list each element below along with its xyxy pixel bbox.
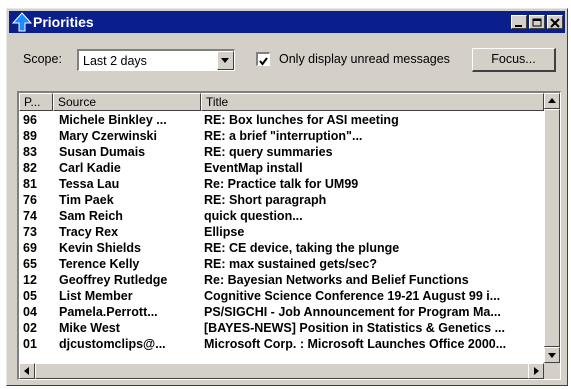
close-icon (550, 18, 560, 28)
list-row[interactable]: 12 Geoffrey Rutledge Re: Bayesian Networks… (19, 272, 544, 288)
row-title: RE: Box lunches for ASI meeting (204, 113, 399, 127)
row-priority: 73 (23, 225, 37, 239)
arrow-right-icon (534, 367, 539, 375)
list-row[interactable]: 74 Sam Reich quick question... (19, 208, 544, 224)
row-title: EventMap install (204, 161, 303, 175)
row-priority: 82 (23, 161, 37, 175)
row-title: [BAYES-NEWS] Position in Statistics & Ge… (204, 321, 505, 335)
row-title: Re: Bayesian Networks and Belief Functio… (204, 273, 469, 287)
title-bar[interactable]: Priorities (9, 11, 565, 33)
scope-label: Scope: (23, 52, 62, 66)
row-priority: 65 (23, 257, 37, 271)
checkmark-icon (259, 57, 268, 66)
row-priority: 83 (23, 145, 37, 159)
row-priority: 81 (23, 177, 37, 191)
row-priority: 04 (23, 305, 37, 319)
message-list[interactable]: P... Source Title 96 Michele Binkley ... R… (17, 91, 561, 380)
close-button[interactable] (547, 15, 563, 29)
list-row[interactable]: 65 Terence Kelly RE: max sustained gets/se… (19, 256, 544, 272)
row-source: Michele Binkley ... (59, 113, 167, 127)
row-source: Sam Reich (59, 209, 123, 223)
list-row[interactable]: 73 Tracy Rex Ellipse (19, 224, 544, 240)
scroll-down-button[interactable] (544, 347, 560, 363)
row-priority: 89 (23, 129, 37, 143)
list-row[interactable]: 76 Tim Paek RE: Short paragraph (19, 192, 544, 208)
row-priority: 96 (23, 113, 37, 127)
only-unread-label[interactable]: Only display unread messages (279, 52, 450, 66)
list-row[interactable]: 04 Pamela.Perrott... PS/SIGCHI - Job Annou… (19, 304, 544, 320)
column-header-priority[interactable]: P... (19, 93, 53, 111)
horizontal-scroll-thumb[interactable] (35, 363, 540, 379)
list-row[interactable]: 01 djcustomclips@... Microsoft Corp. : Mic… (19, 336, 544, 352)
list-row[interactable]: 83 Susan Dumais RE: query summaries (19, 144, 544, 160)
row-source: Pamela.Perrott... (59, 305, 158, 319)
list-row[interactable]: 89 Mary Czerwinski RE: a brief "interrupti… (19, 128, 544, 144)
row-source: Geoffrey Rutledge (59, 273, 168, 287)
scope-select[interactable]: Last 2 days (77, 49, 235, 71)
vertical-scrollbar[interactable] (544, 93, 560, 363)
minimize-button[interactable] (511, 15, 527, 29)
row-source: Tessa Lau (59, 177, 120, 191)
arrow-left-icon (24, 367, 29, 375)
list-rows: 96 Michele Binkley ... RE: Box lunches for… (19, 112, 544, 352)
maximize-icon (532, 18, 542, 27)
scrollbar-corner (544, 363, 560, 379)
row-priority: 76 (23, 193, 37, 207)
row-priority: 05 (23, 289, 37, 303)
row-source: Tim Paek (59, 193, 114, 207)
vertical-scroll-thumb[interactable] (544, 109, 560, 347)
row-title: RE: a brief "interruption"... (204, 129, 363, 143)
row-source: Mary Czerwinski (59, 129, 157, 143)
row-title: Microsoft Corp. : Microsoft Launches Off… (204, 337, 507, 351)
row-title: Cognitive Science Conference 19-21 Augus… (204, 289, 501, 303)
list-header: P... Source Title (19, 93, 544, 111)
row-title: RE: max sustained gets/sec? (204, 257, 377, 271)
row-title: Re: Practice talk for UM99 (204, 177, 359, 191)
row-title: quick question... (204, 209, 303, 223)
row-source: Tracy Rex (59, 225, 119, 239)
row-title: RE: Short paragraph (204, 193, 327, 207)
row-source: Susan Dumais (59, 145, 146, 159)
scroll-left-button[interactable] (19, 363, 35, 379)
row-title: PS/SIGCHI - Job Announcement for Program… (204, 305, 501, 319)
row-priority: 01 (23, 337, 37, 351)
arrow-down-icon (548, 353, 556, 358)
list-row[interactable]: 96 Michele Binkley ... RE: Box lunches for… (19, 112, 544, 128)
scroll-up-button[interactable] (544, 93, 560, 109)
horizontal-scrollbar[interactable] (19, 363, 544, 379)
arrow-up-icon (548, 98, 556, 103)
row-source: Mike West (59, 321, 120, 335)
scope-dropdown-button[interactable] (217, 51, 234, 70)
row-source: djcustomclips@... (59, 337, 166, 351)
up-arrow-icon (11, 12, 33, 32)
row-source: Terence Kelly (59, 257, 140, 271)
row-title: RE: query summaries (204, 145, 333, 159)
focus-button[interactable]: Focus... (472, 48, 556, 72)
list-row[interactable]: 02 Mike West [BAYES-NEWS] Position in Stat… (19, 320, 544, 336)
window-title: Priorities (33, 14, 94, 30)
only-unread-checkbox[interactable] (256, 52, 270, 66)
row-source: Kevin Shields (59, 241, 141, 255)
row-priority: 02 (23, 321, 37, 335)
row-priority: 12 (23, 273, 37, 287)
row-priority: 69 (23, 241, 37, 255)
list-row[interactable]: 81 Tessa Lau Re: Practice talk for UM99 (19, 176, 544, 192)
scope-value: Last 2 days (83, 54, 147, 68)
list-row[interactable]: 69 Kevin Shields RE: CE device, taking the… (19, 240, 544, 256)
scroll-right-button[interactable] (528, 363, 544, 379)
minimize-icon (515, 25, 522, 27)
row-title: Ellipse (204, 225, 245, 239)
priorities-window: Priorities Scope: Last 2 days Only displ… (6, 8, 568, 386)
column-header-source[interactable]: Source (53, 93, 201, 111)
column-header-title[interactable]: Title (201, 93, 544, 111)
row-priority: 74 (23, 209, 37, 223)
row-source: Carl Kadie (59, 161, 121, 175)
row-title: RE: CE device, taking the plunge (204, 241, 400, 255)
maximize-button[interactable] (529, 15, 545, 29)
list-row[interactable]: 82 Carl Kadie EventMap install (19, 160, 544, 176)
chevron-down-icon (221, 58, 229, 63)
list-row[interactable]: 05 List Member Cognitive Science Conferenc… (19, 288, 544, 304)
row-source: List Member (59, 289, 133, 303)
